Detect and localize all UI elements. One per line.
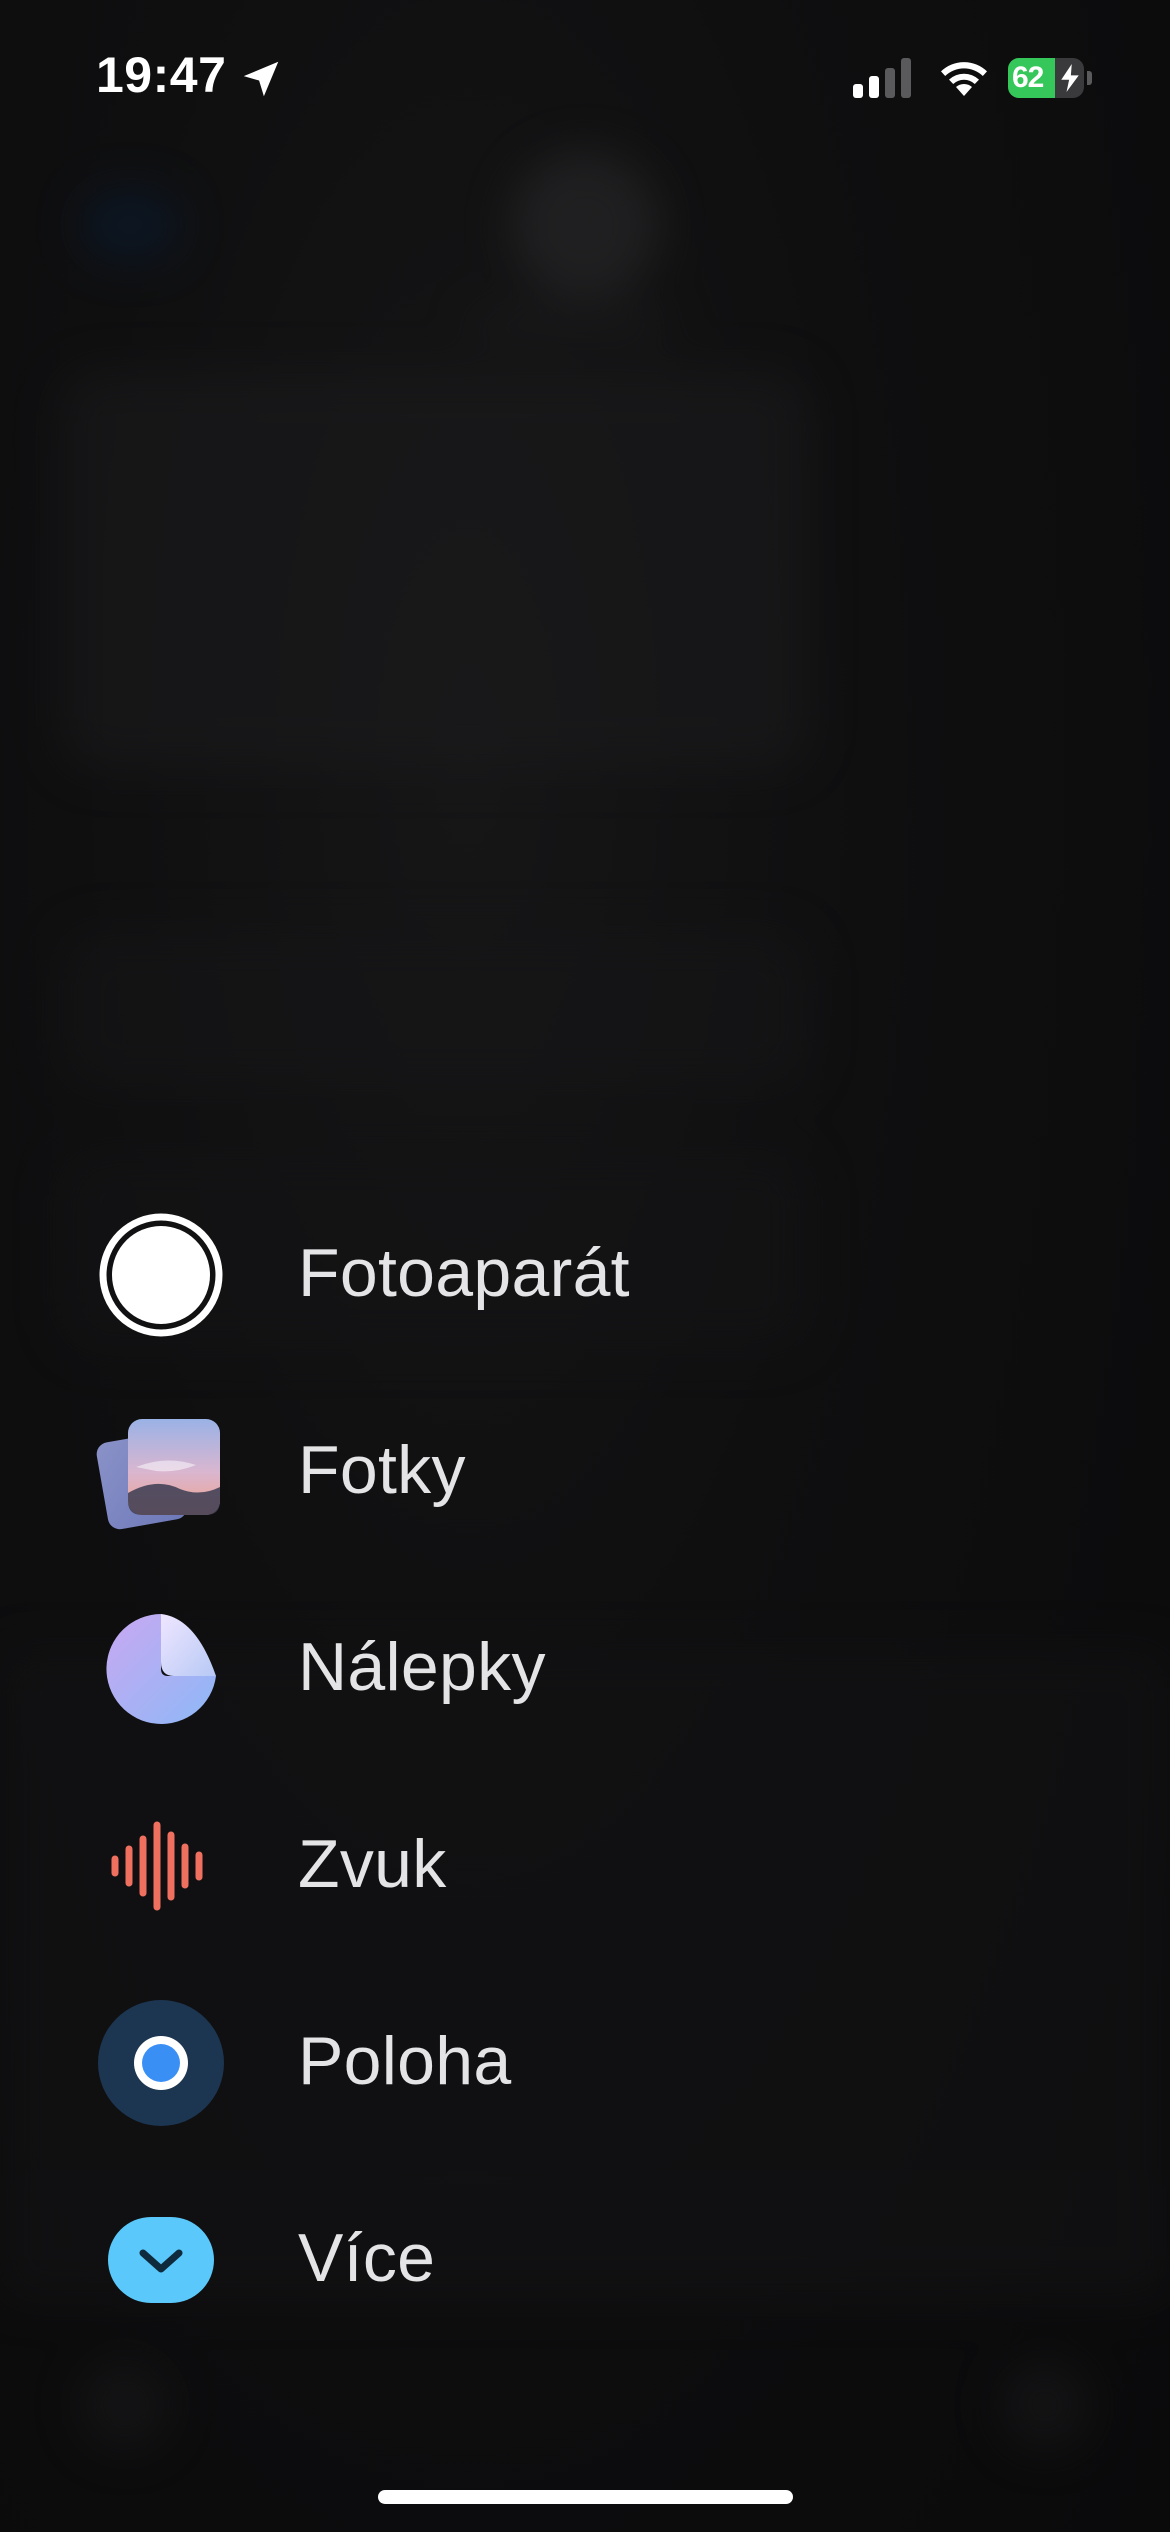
menu-item-more[interactable]: Více bbox=[0, 2185, 800, 2335]
photos-icon bbox=[96, 1419, 220, 1530]
menu-item-camera[interactable]: Fotoaparát bbox=[0, 1200, 800, 1350]
menu-item-photos[interactable]: Fotky bbox=[0, 1397, 800, 1547]
menu-item-stickers[interactable]: Nálepky bbox=[0, 1594, 800, 1744]
camera-shutter-icon bbox=[99, 1213, 223, 1337]
cellular-signal-icon bbox=[853, 58, 911, 98]
location-arrow-icon bbox=[243, 61, 279, 97]
menu-item-audio[interactable]: Zvuk bbox=[0, 1791, 800, 1941]
status-bar: 19:47 62 bbox=[0, 0, 1170, 150]
menu-item-label: Poloha bbox=[298, 2023, 512, 2099]
menu-item-label: Fotoaparát bbox=[298, 1235, 630, 1311]
imessage-apps-menu-screen: 19:47 62 Fotoaparát Fotky Nálepky Zvuk P… bbox=[0, 0, 1170, 2532]
menu-item-location[interactable]: Poloha bbox=[0, 1988, 800, 2138]
battery-charging-icon: 62 bbox=[1008, 58, 1092, 98]
audio-waveform-icon bbox=[111, 1821, 203, 1911]
battery-percent: 62 bbox=[1012, 61, 1044, 94]
menu-item-label: Nálepky bbox=[298, 1629, 546, 1705]
menu-item-label: Fotky bbox=[298, 1432, 466, 1508]
menu-item-label: Více bbox=[298, 2220, 436, 2296]
status-time: 19:47 bbox=[96, 47, 227, 103]
charging-bolt-icon bbox=[1061, 64, 1079, 92]
home-indicator[interactable] bbox=[378, 2490, 793, 2504]
location-icon bbox=[98, 2000, 224, 2126]
menu-item-label: Zvuk bbox=[298, 1826, 447, 1902]
more-chevron-icon bbox=[108, 2217, 214, 2303]
wifi-icon bbox=[941, 62, 987, 96]
stickers-icon bbox=[106, 1614, 216, 1724]
